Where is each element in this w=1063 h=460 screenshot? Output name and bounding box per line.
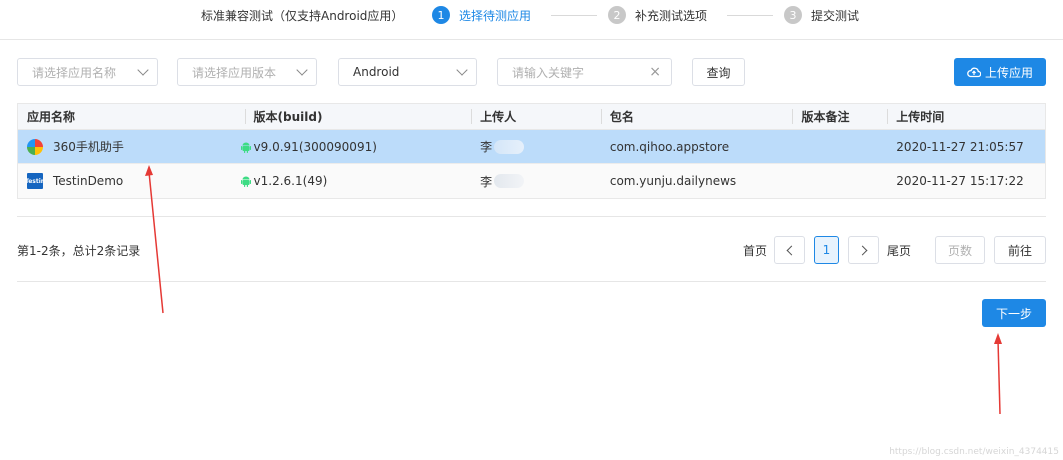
watermark: https://blog.csdn.net/weixin_4374415 xyxy=(889,447,1059,457)
page: 标准兼容测试（仅支持Android应用） 1 选择待测应用 2 补充测试选项 3… xyxy=(0,0,1063,460)
annotation-arrow-to-next xyxy=(994,333,1002,415)
annotation-arrow-to-row xyxy=(145,165,164,314)
annotation-arrows xyxy=(145,165,1002,415)
